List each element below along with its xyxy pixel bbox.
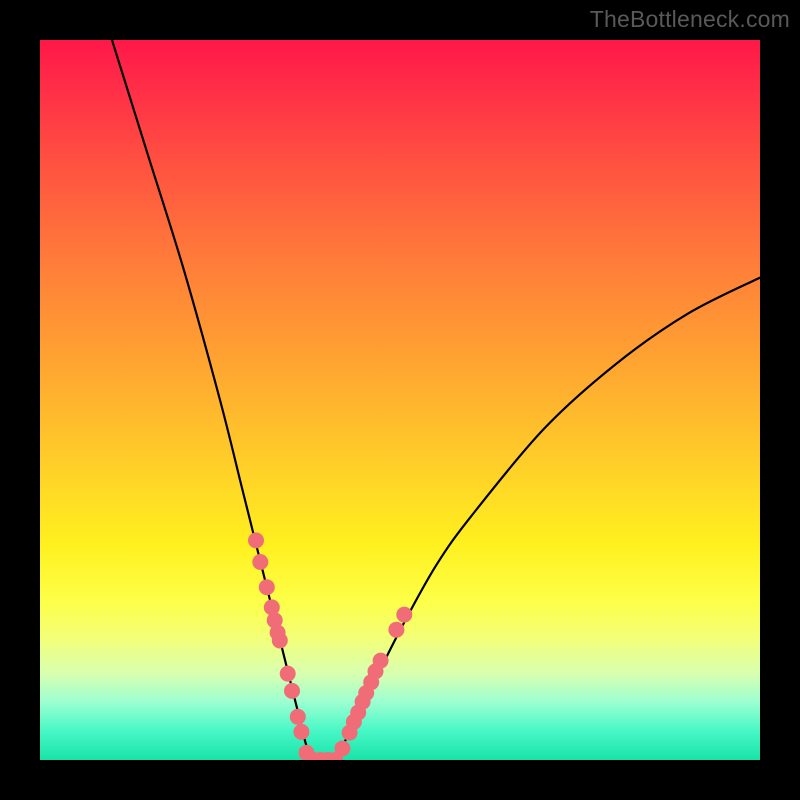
highlight-dot (264, 600, 279, 615)
highlight-dot (335, 741, 350, 756)
highlight-dot (280, 666, 295, 681)
highlight-dot (259, 580, 274, 595)
curve-layer (40, 40, 760, 760)
bottleneck-curve (112, 40, 760, 760)
watermark-text: TheBottleneck.com (590, 6, 790, 33)
highlight-dot (249, 533, 264, 548)
highlight-dot (389, 622, 404, 637)
highlight-dot (272, 633, 287, 648)
highlight-dot (290, 709, 305, 724)
highlight-dot (373, 653, 388, 668)
chart-root: TheBottleneck.com (0, 0, 800, 800)
highlight-dots (249, 533, 412, 760)
plot-area (40, 40, 760, 760)
highlight-dot (253, 555, 268, 570)
highlight-dot (285, 683, 300, 698)
highlight-dot (397, 607, 412, 622)
highlight-dot (294, 724, 309, 739)
